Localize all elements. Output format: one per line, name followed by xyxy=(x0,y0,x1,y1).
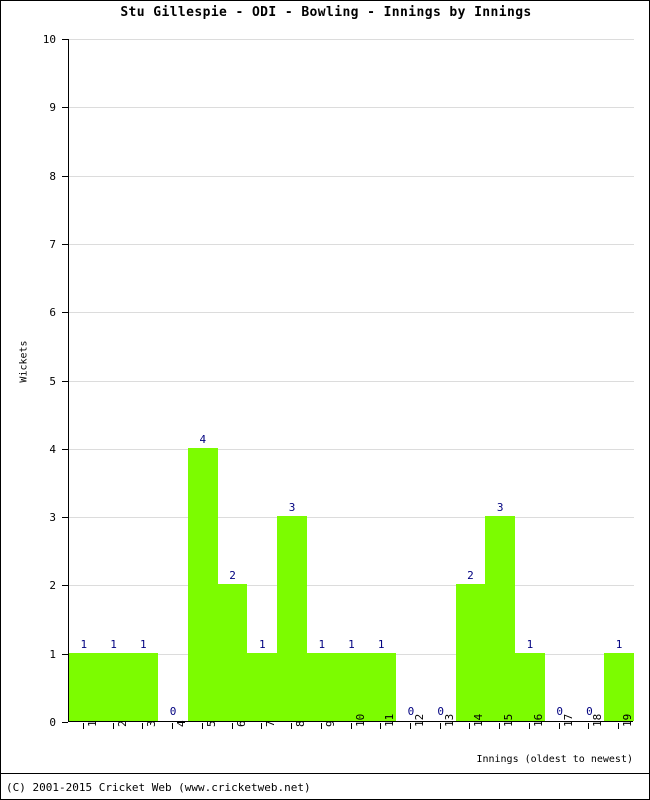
x-tick-mark xyxy=(172,723,174,729)
x-tick-mark xyxy=(588,723,590,729)
x-tick-mark xyxy=(201,723,203,729)
x-tick-label: 7 xyxy=(264,720,278,727)
bar-value-label: 3 xyxy=(496,501,504,515)
y-tick-label: 7 xyxy=(49,237,56,251)
x-tick-mark xyxy=(558,723,560,729)
x-tick-mark xyxy=(409,723,411,729)
x-tick-label: 8 xyxy=(294,720,308,727)
bar-value-label: 1 xyxy=(526,637,534,651)
x-tick-label: 9 xyxy=(323,720,337,727)
y-tick-label: 2 xyxy=(49,579,56,593)
x-tick-label: 18 xyxy=(591,713,605,727)
x-tick-label: 14 xyxy=(472,713,486,727)
bar xyxy=(187,447,218,721)
x-tick-mark xyxy=(291,723,293,729)
gridline xyxy=(69,448,634,450)
bar-value-label: 1 xyxy=(377,637,385,651)
y-tick-label: 4 xyxy=(49,442,56,456)
x-tick-label: 13 xyxy=(442,713,456,727)
bar xyxy=(366,652,397,721)
plot-area: 1110421311100231001 xyxy=(68,39,634,722)
bar-value-label: 1 xyxy=(110,637,117,651)
gridline xyxy=(69,175,634,177)
bar xyxy=(604,652,634,721)
bar-value-label: 1 xyxy=(348,637,355,651)
bar xyxy=(98,652,129,721)
bar-value-label: 3 xyxy=(288,501,296,515)
x-tick-label: 12 xyxy=(412,713,426,727)
x-tick-label: 16 xyxy=(531,713,545,727)
bar-value-label: 1 xyxy=(615,637,623,651)
bar xyxy=(247,652,278,721)
bar-value-label: 1 xyxy=(80,637,88,651)
x-tick-label: 10 xyxy=(353,713,367,727)
x-tick-mark xyxy=(350,723,352,729)
x-tick-mark xyxy=(469,723,471,729)
bar xyxy=(128,652,159,721)
bar-value-label: 1 xyxy=(258,637,266,651)
x-tick-label: 19 xyxy=(621,713,635,727)
x-tick-label: 5 xyxy=(204,720,218,727)
y-tick-label: 6 xyxy=(49,306,56,320)
bar xyxy=(485,516,516,721)
gridline xyxy=(69,517,634,519)
bar-value-label: 0 xyxy=(169,705,177,718)
bar-value-label: 1 xyxy=(318,637,326,651)
x-tick-mark xyxy=(231,723,233,729)
x-tick-mark xyxy=(380,723,382,729)
page-title: Stu Gillespie - ODI - Bowling - Innings … xyxy=(120,5,532,20)
x-tick-label: 15 xyxy=(502,713,516,727)
chart-page: Stu Gillespie - ODI - Bowling - Innings … xyxy=(0,0,650,800)
y-tick-label: 0 xyxy=(49,716,56,729)
x-tick-label: 4 xyxy=(175,720,189,727)
y-tick-label: 9 xyxy=(49,101,56,115)
x-tick-mark xyxy=(82,723,84,729)
x-tick-mark xyxy=(618,723,620,729)
bar-value-label: 2 xyxy=(467,569,474,583)
gridline xyxy=(69,312,634,314)
x-tick-mark xyxy=(528,723,530,729)
bar xyxy=(306,652,337,721)
x-tick-mark xyxy=(320,723,322,729)
x-tick-mark xyxy=(499,723,501,729)
y-tick-label: 10 xyxy=(42,33,56,46)
bar xyxy=(455,584,486,721)
y-tick-label: 5 xyxy=(49,374,56,388)
gridline xyxy=(69,585,634,587)
x-tick-label: 11 xyxy=(383,713,397,727)
bar xyxy=(69,652,99,721)
x-tick-mark xyxy=(439,723,441,729)
bar xyxy=(336,652,367,721)
x-tick-mark xyxy=(112,723,114,729)
bar xyxy=(277,516,307,721)
x-tick-mark xyxy=(261,723,263,729)
bar-value-label: 1 xyxy=(140,637,147,651)
gridline xyxy=(69,380,634,382)
bar-value-label: 4 xyxy=(199,432,207,446)
x-tick-mark xyxy=(142,723,144,729)
bar xyxy=(217,584,248,721)
x-tick-label: 3 xyxy=(145,720,159,727)
copyright-notice: (C) 2001-2015 Cricket Web (www.cricketwe… xyxy=(6,781,311,794)
x-tick-label: 17 xyxy=(561,713,575,727)
bar xyxy=(515,652,545,721)
x-axis-label: Innings (oldest to newest) xyxy=(476,754,633,765)
x-tick-label: 6 xyxy=(234,720,248,727)
y-tick-mark xyxy=(62,722,68,723)
y-tick-label: 3 xyxy=(49,511,56,525)
x-tick-label: 1 xyxy=(85,720,99,727)
y-tick-label: 1 xyxy=(49,647,56,661)
gridline xyxy=(69,39,634,40)
x-tick-label: 2 xyxy=(115,720,129,727)
y-axis-label: Wickets xyxy=(18,340,30,383)
y-tick-label: 8 xyxy=(49,169,56,183)
bar-value-label: 2 xyxy=(229,569,236,583)
footer-divider xyxy=(1,773,649,774)
gridline xyxy=(69,107,634,109)
gridline xyxy=(69,243,634,245)
